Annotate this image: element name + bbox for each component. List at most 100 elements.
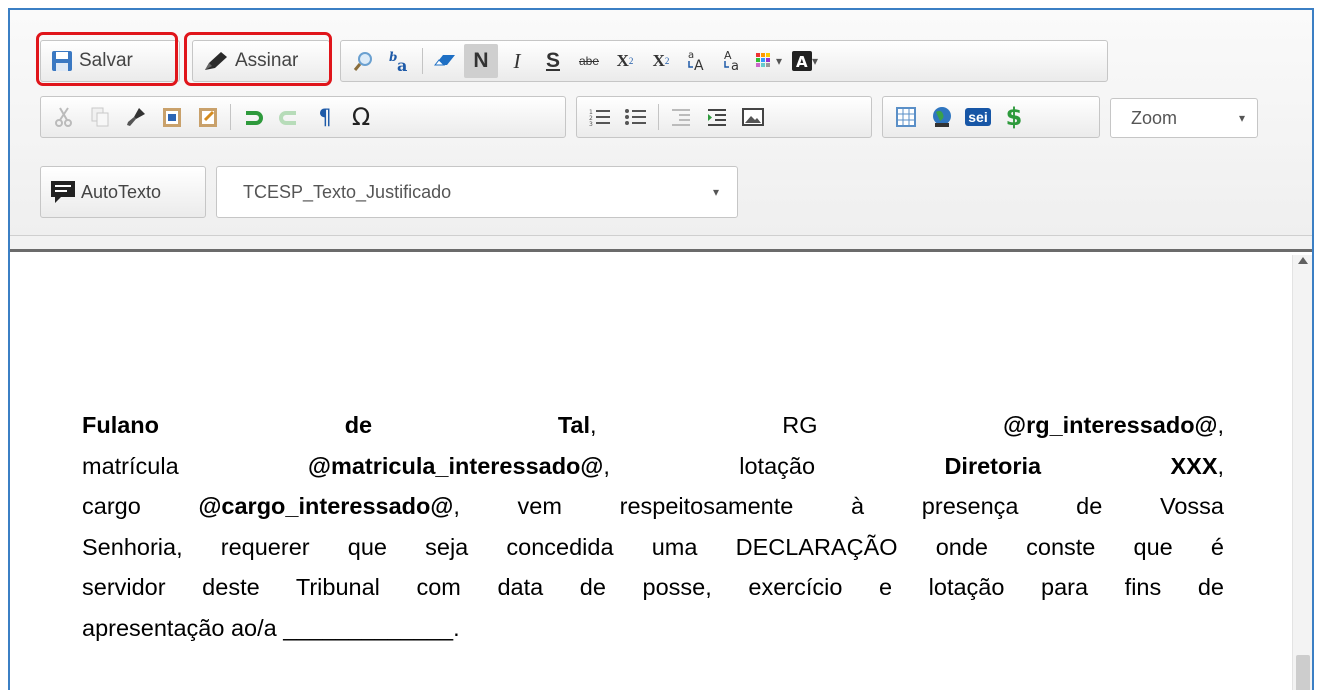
cut-button[interactable] [47, 100, 81, 134]
svg-text:A: A [796, 53, 808, 71]
eraser-icon [433, 55, 455, 66]
dollar-icon: $ [1005, 103, 1023, 131]
dollar-button[interactable]: $ [997, 100, 1031, 134]
link-button[interactable] [925, 100, 959, 134]
table-icon [896, 107, 916, 127]
numbered-list-button[interactable]: 123 [583, 100, 617, 134]
document-area[interactable]: Fulano de Tal, RG @rg_interessado@, matr… [10, 255, 1292, 690]
interessado-name-middle: de [344, 412, 373, 438]
clipboard-group: ¶ Ω [40, 96, 566, 138]
remove-format-button[interactable] [428, 44, 462, 78]
chevron-down-icon: ▾ [776, 54, 783, 68]
superscript-x: X [652, 51, 665, 70]
lowercase-button[interactable]: A a [716, 44, 750, 78]
find-icon [353, 52, 372, 71]
redo-button[interactable] [272, 100, 306, 134]
superscript-mark: 2 [664, 56, 670, 66]
copy-button[interactable] [83, 100, 117, 134]
paste-word-button[interactable] [155, 100, 189, 134]
paste-text-button[interactable] [191, 100, 225, 134]
format-group: b a N I S abe X2 X2 a A A a ▾ A ▾ [340, 40, 1108, 82]
scroll-thumb[interactable] [1296, 655, 1310, 690]
punctuation: , [590, 412, 597, 438]
image-icon [742, 108, 764, 126]
paste-word-icon [163, 108, 181, 127]
copy-icon [91, 107, 109, 127]
separator [422, 48, 423, 74]
subscript-x: X [616, 51, 629, 70]
scroll-up-arrow-icon[interactable] [1298, 257, 1308, 264]
interessado-name-last: Tal [557, 412, 591, 438]
matricula-group: @matricula_interessado@, [308, 453, 610, 479]
vertical-scrollbar[interactable] [1292, 255, 1312, 690]
autotext-label: AutoTexto [81, 181, 162, 202]
subscript-mark: 2 [628, 56, 634, 66]
format-painter-button[interactable] [119, 100, 153, 134]
chevron-down-icon: ▾ [812, 54, 819, 68]
superscript-button[interactable]: X2 [644, 44, 678, 78]
indent-button[interactable] [700, 100, 734, 134]
text-color-button[interactable]: A ▾ [788, 44, 822, 78]
paint-brush-icon [127, 108, 145, 126]
sign-highlight [184, 32, 332, 86]
sei-button[interactable]: sei [961, 100, 995, 134]
zoom-label: Zoom [1131, 107, 1178, 128]
underline-button[interactable]: S [536, 44, 570, 78]
punctuation: , [1217, 452, 1225, 479]
bulleted-list-icon [625, 109, 646, 125]
autotext-button[interactable]: AutoTexto [40, 166, 206, 218]
cut-icon [55, 107, 72, 127]
rg-label: RG [782, 412, 818, 438]
chevron-down-icon: ▾ [712, 185, 719, 199]
outdent-button[interactable] [664, 100, 698, 134]
bulleted-list-button[interactable] [619, 100, 653, 134]
globe-icon [933, 107, 951, 127]
document-line-3-rest: , vem respeitosamente à presença de Voss… [453, 493, 1224, 519]
separator [230, 104, 231, 130]
lotacao-last-group: XXX, [1170, 453, 1224, 479]
separator [658, 104, 659, 130]
pilcrow-icon: ¶ [318, 105, 332, 129]
subscript-button[interactable]: X2 [608, 44, 642, 78]
svg-text:3: 3 [589, 121, 593, 127]
interessado-name-last-group: Tal, [558, 412, 597, 438]
table-button[interactable] [889, 100, 923, 134]
document-body[interactable]: Fulano de Tal, RG @rg_interessado@, matr… [82, 405, 1224, 648]
background-color-button[interactable]: ▾ [752, 44, 786, 78]
lowercase-icon: A a [724, 49, 739, 73]
uppercase-button[interactable]: a A [680, 44, 714, 78]
punctuation: , [603, 452, 610, 479]
editor-toolbar: Salvar Assinar b a N I S abe X 2 X 2 a A… [10, 10, 1312, 236]
cargo-label: cargo [82, 493, 141, 519]
list-group: 123 [576, 96, 872, 138]
lotacao-value-first: Diretoria [944, 452, 1042, 479]
document-line-6: apresentação ao/a _____________. [82, 614, 460, 641]
undo-icon [246, 111, 263, 125]
interessado-name-first: Fulano [82, 412, 160, 438]
strikethrough-button[interactable]: abe [572, 44, 606, 78]
outdent-icon [672, 109, 690, 126]
style-select[interactable]: TCESP_Texto_Justificado ▾ [216, 166, 738, 218]
document-line-5: servidor deste Tribunal com data de poss… [82, 574, 1224, 600]
document-line-3: cargo @cargo_interessado@, vem respeitos… [82, 486, 1224, 527]
replace-button[interactable]: b a [383, 44, 417, 78]
svg-text:A: A [694, 58, 704, 73]
document-line-4: Senhoria, requerer que seja concedida um… [82, 533, 1224, 560]
undo-button[interactable] [236, 100, 270, 134]
indent-icon [708, 109, 726, 126]
insert-group: sei $ [882, 96, 1100, 138]
italic-button[interactable]: I [500, 44, 534, 78]
find-button[interactable] [347, 44, 381, 78]
lotacao-value-last: XXX [1170, 452, 1218, 479]
style-value: TCESP_Texto_Justificado [243, 181, 452, 202]
special-char-button[interactable]: Ω [344, 100, 378, 134]
cargo-placeholder: @cargo_interessado@ [198, 493, 454, 519]
matricula-placeholder: @matricula_interessado@ [308, 452, 604, 479]
save-highlight [36, 32, 178, 86]
autotext-icon [51, 181, 75, 203]
show-blocks-button[interactable]: ¶ [308, 100, 342, 134]
bold-button[interactable]: N [464, 44, 498, 78]
rg-placeholder: @rg_interessado@ [1003, 412, 1218, 438]
zoom-select[interactable]: Zoom ▾ [1110, 98, 1258, 138]
image-button[interactable] [736, 100, 770, 134]
